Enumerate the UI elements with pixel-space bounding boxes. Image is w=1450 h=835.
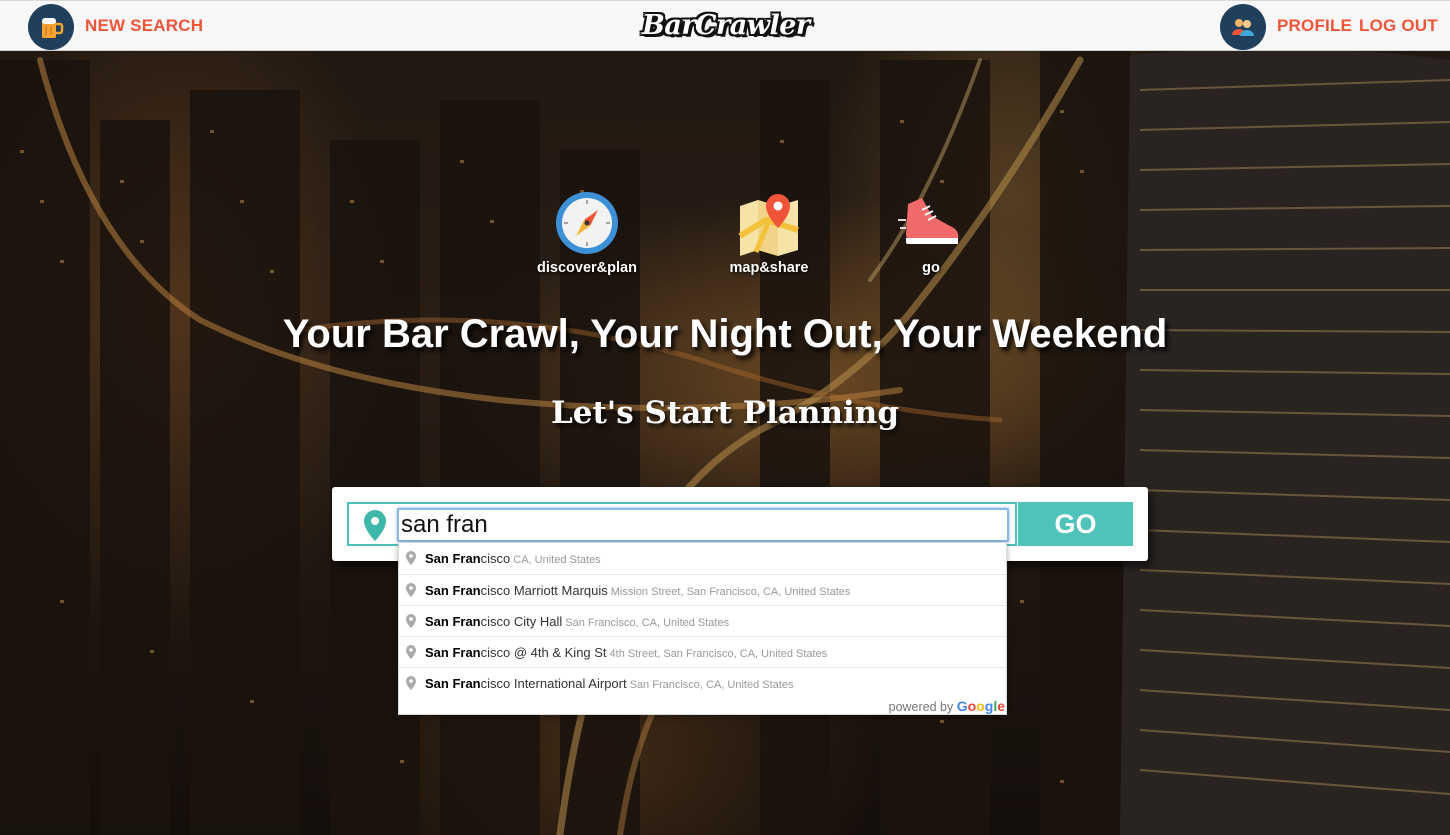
location-search-input[interactable] (397, 508, 1009, 542)
marker-icon (406, 614, 416, 628)
feature-label-map-share: map&share (729, 260, 809, 276)
feature-label-go: go (922, 260, 940, 276)
powered-by-google: powered by Google (889, 698, 1005, 714)
google-letter: o (967, 698, 977, 714)
suggestion-secondary: Mission Street, San Francisco, CA, Unite… (610, 586, 851, 598)
top-navbar: NEW SEARCH BarCrawler PROFILE LOG OUT (0, 0, 1450, 51)
sneaker-icon (898, 198, 959, 244)
suggestion-rest: cisco City Hall (480, 614, 563, 629)
barcrawler-logo[interactable]: BarCrawler (642, 8, 810, 48)
suggestion-rest: cisco @ 4th & King St (480, 645, 607, 660)
google-letter: G (956, 698, 968, 714)
suggestion-match: San Fran (425, 583, 481, 598)
marker-icon (406, 645, 416, 659)
logout-link[interactable]: LOG OUT (1359, 16, 1438, 36)
google-letter: o (976, 698, 985, 714)
suggestion-match: San Fran (425, 645, 481, 660)
feature-go: go (861, 190, 1001, 276)
suggestion-text: San Francisco Marriott Marquis Mission St… (425, 583, 850, 598)
suggestion-secondary: 4th Street, San Francisco, CA, United St… (609, 648, 828, 660)
marker-icon (406, 676, 416, 690)
suggestion-match: San Fran (425, 676, 481, 691)
powered-by-prefix: powered by (888, 700, 954, 714)
suggestion-text: San Francisco CA, United States (425, 551, 601, 566)
profile-link[interactable]: PROFILE (1277, 16, 1352, 36)
location-pin-icon (364, 510, 386, 541)
suggestion-secondary: San Francisco, CA, United States (565, 617, 730, 629)
suggestion-match: San Fran (425, 551, 481, 566)
hero-headline: Your Bar Crawl, Your Night Out, Your Wee… (282, 312, 1168, 356)
map-pin-icon (738, 194, 799, 256)
logo-text: BarCrawler (642, 10, 810, 41)
suggestion-item[interactable]: San Francisco @ 4th & King St 4th Street,… (399, 636, 1006, 667)
marker-icon (406, 583, 416, 597)
autocomplete-dropdown: San Francisco CA, United States San Franc… (398, 542, 1007, 715)
suggestion-text: San Francisco @ 4th & King St 4th Street,… (425, 645, 827, 660)
suggestion-rest: cisco Marriott Marquis (480, 583, 608, 598)
suggestion-item[interactable]: San Francisco City Hall San Francisco, CA… (399, 605, 1006, 636)
suggestion-rest: cisco (480, 551, 511, 566)
feature-discover-plan: discover&plan (517, 190, 657, 276)
google-letter: e (997, 698, 1005, 714)
feature-map-share: map&share (699, 190, 839, 276)
users-icon[interactable] (1220, 4, 1266, 50)
feature-label-discover-plan: discover&plan (537, 260, 637, 276)
suggestion-text: San Francisco International Airport San F… (425, 676, 793, 691)
new-search-link[interactable]: NEW SEARCH (85, 16, 203, 36)
go-button[interactable]: GO (1018, 502, 1133, 546)
suggestion-secondary: CA, United States (513, 554, 601, 566)
suggestion-item[interactable]: San Francisco CA, United States (399, 543, 1006, 574)
suggestion-item[interactable]: San Francisco International Airport San F… (399, 667, 1006, 698)
hero-subhead: Let's Start Planning (550, 395, 900, 431)
suggestion-rest: cisco International Airport (480, 676, 627, 691)
suggestion-secondary: San Francisco, CA, United States (629, 679, 794, 691)
suggestion-text: San Francisco City Hall San Francisco, CA… (425, 614, 729, 629)
location-search-field (347, 502, 1017, 546)
marker-icon (406, 551, 416, 565)
suggestion-match: San Fran (425, 614, 481, 629)
google-logo: Google (957, 698, 1005, 714)
suggestion-item[interactable]: San Francisco Marriott Marquis Mission St… (399, 574, 1006, 605)
beer-mug-icon[interactable] (28, 4, 74, 50)
compass-icon (556, 192, 618, 254)
